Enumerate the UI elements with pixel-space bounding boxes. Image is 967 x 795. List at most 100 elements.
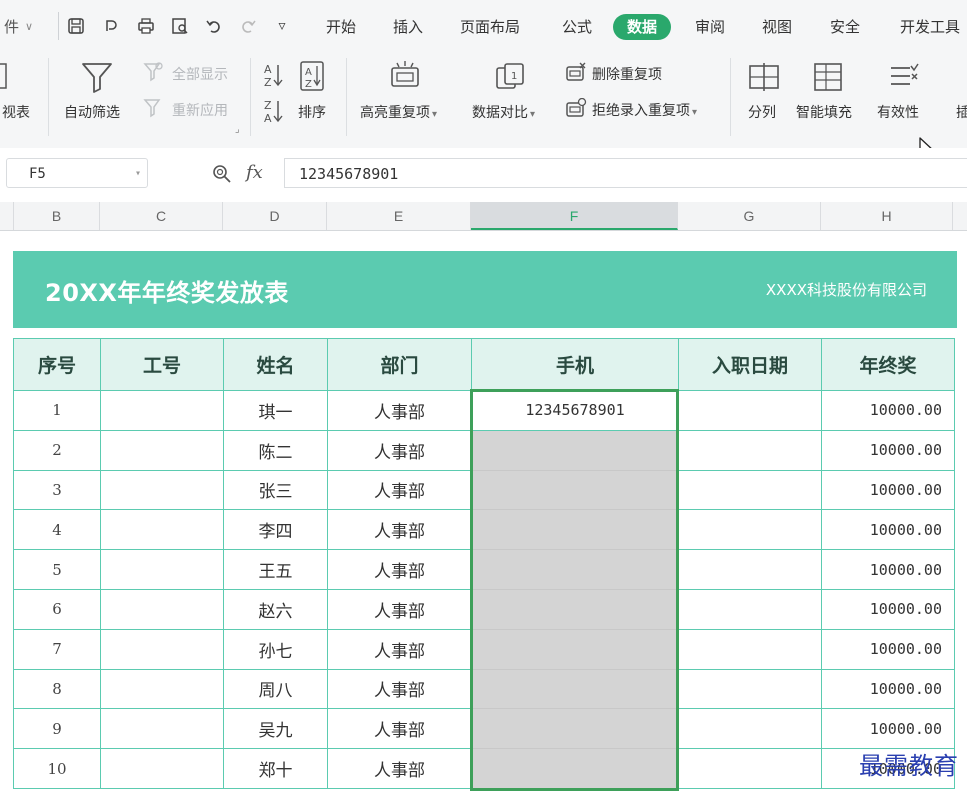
reject-duplicates-button[interactable]: 拒绝录入重复项 ▾ xyxy=(592,100,697,120)
header-name[interactable]: 姓名 xyxy=(223,338,328,391)
cell-hire-date[interactable] xyxy=(678,588,822,630)
data-validation-button[interactable]: 有效性 xyxy=(877,102,919,122)
cell-name[interactable]: 张三 xyxy=(223,469,328,511)
column-header-c[interactable]: C xyxy=(100,202,223,230)
split-columns-button[interactable]: 分列 xyxy=(748,102,776,122)
data-validation-icon[interactable] xyxy=(888,62,920,96)
tab-insert[interactable]: 插入 xyxy=(391,14,425,40)
insert-dropdown-button[interactable]: 插 xyxy=(956,102,967,122)
cell-no[interactable]: 6 xyxy=(13,588,101,630)
cell-name[interactable]: 吴九 xyxy=(223,708,328,750)
sort-icon[interactable]: AZ xyxy=(298,60,326,96)
cell-name[interactable]: 琪一 xyxy=(223,390,328,431)
header-hire-date[interactable]: 入职日期 xyxy=(678,338,822,391)
split-columns-icon[interactable] xyxy=(748,62,780,96)
header-employee-id[interactable]: 工号 xyxy=(100,338,224,391)
name-box[interactable]: F5 ▾ xyxy=(6,158,148,188)
sort-button[interactable]: 排序 xyxy=(298,102,326,122)
cell-department[interactable]: 人事部 xyxy=(327,390,472,431)
highlight-duplicates-button[interactable]: 高亮重复项 ▾ xyxy=(360,102,437,122)
header-phone[interactable]: 手机 xyxy=(471,338,679,391)
cell-department[interactable]: 人事部 xyxy=(327,469,472,511)
cell-employee-id[interactable] xyxy=(100,509,224,551)
smart-fill-button[interactable]: 智能填充 xyxy=(796,102,852,122)
cell-phone[interactable] xyxy=(471,708,679,750)
cell-phone[interactable] xyxy=(471,549,679,590)
tab-page-layout[interactable]: 页面布局 xyxy=(458,14,522,40)
pivot-table-button[interactable]: 视表 xyxy=(2,102,30,122)
formula-input[interactable]: 12345678901 xyxy=(284,158,967,188)
cell-department[interactable]: 人事部 xyxy=(327,748,472,789)
tab-home[interactable]: 开始 xyxy=(324,14,358,40)
sort-descending-icon[interactable]: ZA xyxy=(262,98,284,128)
column-header-d[interactable]: D xyxy=(223,202,327,230)
column-header-f[interactable]: F xyxy=(471,202,678,230)
insert-function-icon[interactable]: fx xyxy=(246,162,263,189)
cell-hire-date[interactable] xyxy=(678,390,822,431)
cell-bonus[interactable]: 10000.00 xyxy=(821,390,955,431)
cell-no[interactable]: 2 xyxy=(13,429,101,471)
cell-department[interactable]: 人事部 xyxy=(327,429,472,471)
cell-employee-id[interactable] xyxy=(100,549,224,590)
cell-bonus[interactable]: 10000.00 xyxy=(821,628,955,670)
cell-phone[interactable] xyxy=(471,628,679,670)
cell-phone[interactable] xyxy=(471,429,679,471)
cell-department[interactable]: 人事部 xyxy=(327,668,472,710)
filter-dialog-launcher-icon[interactable]: ⌟ xyxy=(235,124,240,135)
cell-department[interactable]: 人事部 xyxy=(327,628,472,670)
cell-no[interactable]: 8 xyxy=(13,668,101,710)
cell-department[interactable]: 人事部 xyxy=(327,549,472,590)
cell-bonus[interactable]: 10000.00 xyxy=(821,708,955,750)
export-icon[interactable] xyxy=(102,16,122,36)
cell-bonus[interactable]: 10000.00 xyxy=(821,549,955,590)
cell-name[interactable]: 孙七 xyxy=(223,628,328,670)
cell-bonus[interactable]: 10000.00 xyxy=(821,469,955,511)
column-header-e[interactable]: E xyxy=(327,202,471,230)
show-all-button[interactable]: 全部显示 xyxy=(172,64,228,84)
cell-hire-date[interactable] xyxy=(678,509,822,551)
cell-employee-id[interactable] xyxy=(100,708,224,750)
cell-phone[interactable] xyxy=(471,668,679,710)
cell-employee-id[interactable] xyxy=(100,748,224,789)
tab-data[interactable]: 数据 xyxy=(613,14,672,40)
highlight-duplicates-icon[interactable] xyxy=(388,60,422,96)
cell-phone[interactable] xyxy=(471,588,679,630)
cell-phone[interactable]: 12345678901 xyxy=(471,390,679,431)
cell-phone[interactable] xyxy=(471,469,679,511)
cell-employee-id[interactable] xyxy=(100,628,224,670)
zoom-search-icon[interactable] xyxy=(212,164,232,189)
print-preview-icon[interactable] xyxy=(170,16,190,36)
cell-employee-id[interactable] xyxy=(100,429,224,471)
file-menu[interactable]: 件 ∨ xyxy=(4,16,33,37)
cell-name[interactable]: 周八 xyxy=(223,668,328,710)
cell-no[interactable]: 10 xyxy=(13,748,101,789)
undo-icon[interactable] xyxy=(204,16,224,36)
cell-name[interactable]: 郑十 xyxy=(223,748,328,789)
cell-no[interactable]: 4 xyxy=(13,509,101,551)
redo-icon[interactable] xyxy=(238,16,258,36)
column-header-b[interactable]: B xyxy=(14,202,100,230)
cell-employee-id[interactable] xyxy=(100,668,224,710)
cell-hire-date[interactable] xyxy=(678,429,822,471)
column-header-i[interactable] xyxy=(953,202,967,230)
cell-no[interactable]: 7 xyxy=(13,628,101,670)
pivot-table-icon[interactable] xyxy=(0,62,12,96)
data-compare-button[interactable]: 数据对比 ▾ xyxy=(472,102,535,122)
cell-name[interactable]: 陈二 xyxy=(223,429,328,471)
cell-name[interactable]: 赵六 xyxy=(223,588,328,630)
cell-no[interactable]: 3 xyxy=(13,469,101,511)
data-compare-icon[interactable]: 1 xyxy=(494,60,526,96)
cell-hire-date[interactable] xyxy=(678,708,822,750)
cell-department[interactable]: 人事部 xyxy=(327,509,472,551)
column-header-g[interactable]: G xyxy=(678,202,821,230)
cell-employee-id[interactable] xyxy=(100,390,224,431)
cell-hire-date[interactable] xyxy=(678,748,822,789)
cell-no[interactable]: 5 xyxy=(13,549,101,590)
cell-hire-date[interactable] xyxy=(678,469,822,511)
autofilter-button[interactable]: 自动筛选 xyxy=(64,102,120,122)
cell-department[interactable]: 人事部 xyxy=(327,588,472,630)
cell-bonus[interactable]: 10000.00 xyxy=(821,588,955,630)
sheet-title-banner[interactable]: 20XX年年终奖发放表 XXXX科技股份有限公司 xyxy=(13,251,957,328)
cell-name[interactable]: 王五 xyxy=(223,549,328,590)
cell-employee-id[interactable] xyxy=(100,588,224,630)
